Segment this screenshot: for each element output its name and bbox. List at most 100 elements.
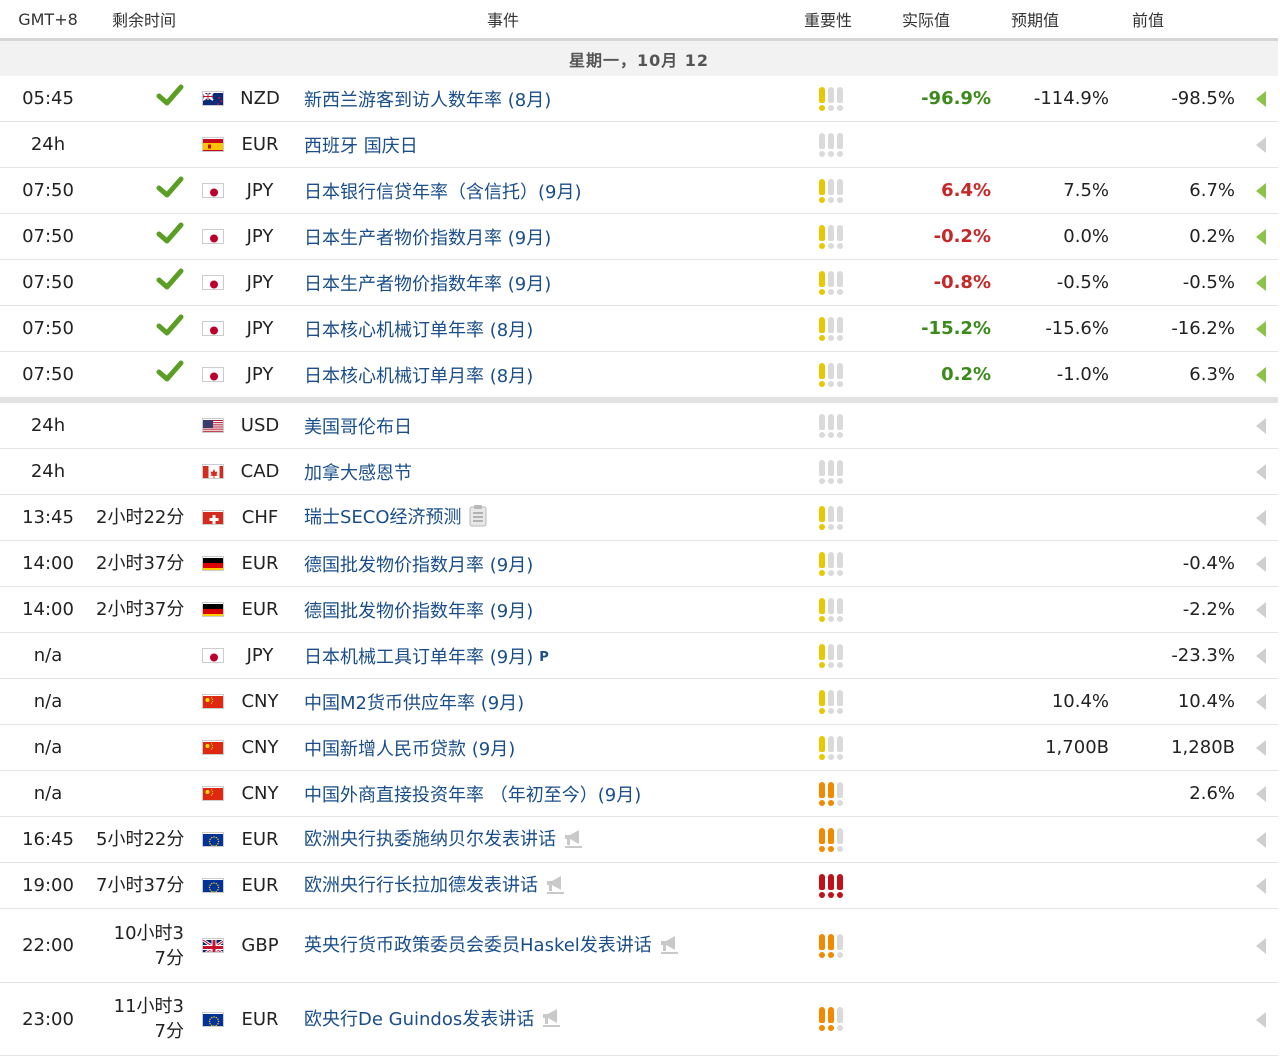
alert-arrow-cell[interactable] bbox=[1243, 863, 1278, 909]
speech-icon[interactable] bbox=[540, 1006, 562, 1033]
alert-arrow-cell[interactable] bbox=[1243, 587, 1278, 633]
arrow-left-icon[interactable] bbox=[1256, 418, 1266, 434]
event-cell[interactable]: 西班牙 国庆日 bbox=[298, 122, 768, 168]
event-link[interactable]: 日本核心机械订单月率 (8月) bbox=[304, 366, 533, 387]
alert-arrow-cell[interactable] bbox=[1243, 679, 1278, 725]
report-icon[interactable] bbox=[468, 505, 488, 532]
event-link[interactable]: 欧洲央行行长拉加德发表讲话 bbox=[304, 875, 538, 896]
event-link[interactable]: 新西兰游客到访人数年率 (8月) bbox=[304, 90, 551, 111]
arrow-left-icon[interactable] bbox=[1256, 321, 1266, 337]
alert-arrow-cell[interactable] bbox=[1243, 633, 1278, 679]
event-row[interactable]: 14:002小时37分EUR德国批发物价指数月率 (9月)-0.4% bbox=[0, 541, 1278, 587]
event-cell[interactable]: 日本生产者物价指数年率 (9月) bbox=[298, 260, 768, 306]
event-row[interactable]: 24hUSD美国哥伦布日 bbox=[0, 400, 1278, 449]
alert-arrow-cell[interactable] bbox=[1243, 352, 1278, 401]
event-link[interactable]: 欧央行De Guindos发表讲话 bbox=[304, 1009, 534, 1030]
arrow-left-icon[interactable] bbox=[1256, 91, 1266, 107]
arrow-left-icon[interactable] bbox=[1256, 367, 1266, 383]
arrow-left-icon[interactable] bbox=[1256, 510, 1266, 526]
alert-arrow-cell[interactable] bbox=[1243, 541, 1278, 587]
arrow-left-icon[interactable] bbox=[1256, 602, 1266, 618]
event-cell[interactable]: 日本核心机械订单月率 (8月) bbox=[298, 352, 768, 401]
alert-arrow-cell[interactable] bbox=[1243, 725, 1278, 771]
alert-arrow-cell[interactable] bbox=[1243, 214, 1278, 260]
col-timezone[interactable]: GMT+8 bbox=[0, 0, 96, 40]
arrow-left-icon[interactable] bbox=[1256, 464, 1266, 480]
event-cell[interactable]: 新西兰游客到访人数年率 (8月) bbox=[298, 76, 768, 122]
event-link[interactable]: 日本生产者物价指数月率 (9月) bbox=[304, 228, 551, 249]
event-cell[interactable]: 日本生产者物价指数月率 (9月) bbox=[298, 214, 768, 260]
event-cell[interactable]: 欧央行De Guindos发表讲话 bbox=[298, 983, 768, 1056]
event-link[interactable]: 日本银行信贷年率（含信托）(9月) bbox=[304, 182, 582, 203]
event-cell[interactable]: 中国新增人民币贷款 (9月) bbox=[298, 725, 768, 771]
alert-arrow-cell[interactable] bbox=[1243, 817, 1278, 863]
alert-arrow-cell[interactable] bbox=[1243, 122, 1278, 168]
preliminary-icon[interactable]: P bbox=[539, 650, 549, 665]
arrow-left-icon[interactable] bbox=[1256, 137, 1266, 153]
event-link[interactable]: 德国批发物价指数年率 (9月) bbox=[304, 601, 533, 622]
event-cell[interactable]: 欧洲央行执委施纳贝尔发表讲话 bbox=[298, 817, 768, 863]
event-row[interactable]: 22:0010小时37分GBP英央行货币政策委员会委员Haskel发表讲话 bbox=[0, 909, 1278, 983]
event-link[interactable]: 中国M2货币供应年率 (9月) bbox=[304, 693, 524, 714]
alert-arrow-cell[interactable] bbox=[1243, 400, 1278, 449]
event-row[interactable]: n/aCNY中国新增人民币贷款 (9月)1,700B1,280B bbox=[0, 725, 1278, 771]
event-cell[interactable]: 欧洲央行行长拉加德发表讲话 bbox=[298, 863, 768, 909]
arrow-left-icon[interactable] bbox=[1256, 648, 1266, 664]
event-row[interactable]: 07:50JPY日本银行信贷年率（含信托）(9月)6.4%7.5%6.7% bbox=[0, 168, 1278, 214]
event-row[interactable]: 07:50JPY日本生产者物价指数月率 (9月)-0.2%0.0%0.2% bbox=[0, 214, 1278, 260]
event-link[interactable]: 中国新增人民币贷款 (9月) bbox=[304, 739, 515, 760]
event-cell[interactable]: 德国批发物价指数月率 (9月) bbox=[298, 541, 768, 587]
alert-arrow-cell[interactable] bbox=[1243, 260, 1278, 306]
event-link[interactable]: 加拿大感恩节 bbox=[304, 463, 412, 484]
event-link[interactable]: 西班牙 国庆日 bbox=[304, 136, 418, 157]
arrow-left-icon[interactable] bbox=[1256, 183, 1266, 199]
event-link[interactable]: 美国哥伦布日 bbox=[304, 417, 412, 438]
event-link[interactable]: 日本机械工具订单年率 (9月) bbox=[304, 647, 533, 668]
alert-arrow-cell[interactable] bbox=[1243, 983, 1278, 1056]
alert-arrow-cell[interactable] bbox=[1243, 76, 1278, 122]
event-cell[interactable]: 日本银行信贷年率（含信托）(9月) bbox=[298, 168, 768, 214]
event-row[interactable]: 14:002小时37分EUR德国批发物价指数年率 (9月)-2.2% bbox=[0, 587, 1278, 633]
alert-arrow-cell[interactable] bbox=[1243, 495, 1278, 541]
speech-icon[interactable] bbox=[562, 827, 584, 854]
event-cell[interactable]: 美国哥伦布日 bbox=[298, 400, 768, 449]
event-cell[interactable]: 英央行货币政策委员会委员Haskel发表讲话 bbox=[298, 909, 768, 983]
event-row[interactable]: n/aJPY日本机械工具订单年率 (9月)P-23.3% bbox=[0, 633, 1278, 679]
arrow-left-icon[interactable] bbox=[1256, 694, 1266, 710]
arrow-left-icon[interactable] bbox=[1256, 556, 1266, 572]
event-cell[interactable]: 日本机械工具订单年率 (9月) P bbox=[298, 633, 768, 679]
arrow-left-icon[interactable] bbox=[1256, 832, 1266, 848]
event-row[interactable]: 05:45NZD新西兰游客到访人数年率 (8月)-96.9%-114.9%-98… bbox=[0, 76, 1278, 122]
event-link[interactable]: 英央行货币政策委员会委员Haskel发表讲话 bbox=[304, 935, 652, 956]
event-link[interactable]: 欧洲央行执委施纳贝尔发表讲话 bbox=[304, 829, 556, 850]
arrow-left-icon[interactable] bbox=[1256, 878, 1266, 894]
arrow-left-icon[interactable] bbox=[1256, 1012, 1266, 1028]
event-cell[interactable]: 日本核心机械订单年率 (8月) bbox=[298, 306, 768, 352]
event-link[interactable]: 瑞士SECO经济预测 bbox=[304, 507, 462, 528]
speech-icon[interactable] bbox=[544, 873, 566, 900]
event-row[interactable]: 24hEUR西班牙 国庆日 bbox=[0, 122, 1278, 168]
event-cell[interactable]: 中国M2货币供应年率 (9月) bbox=[298, 679, 768, 725]
event-cell[interactable]: 中国外商直接投资年率 （年初至今）(9月) bbox=[298, 771, 768, 817]
event-row[interactable]: 07:50JPY日本核心机械订单年率 (8月)-15.2%-15.6%-16.2… bbox=[0, 306, 1278, 352]
arrow-left-icon[interactable] bbox=[1256, 229, 1266, 245]
event-cell[interactable]: 瑞士SECO经济预测 bbox=[298, 495, 768, 541]
arrow-left-icon[interactable] bbox=[1256, 938, 1266, 954]
event-row[interactable]: n/aCNY中国M2货币供应年率 (9月)10.4%10.4% bbox=[0, 679, 1278, 725]
event-row[interactable]: n/aCNY中国外商直接投资年率 （年初至今）(9月)2.6% bbox=[0, 771, 1278, 817]
alert-arrow-cell[interactable] bbox=[1243, 771, 1278, 817]
event-row[interactable]: 19:007小时37分EUR欧洲央行行长拉加德发表讲话 bbox=[0, 863, 1278, 909]
event-link[interactable]: 德国批发物价指数月率 (9月) bbox=[304, 555, 533, 576]
alert-arrow-cell[interactable] bbox=[1243, 449, 1278, 495]
event-row[interactable]: 24hCAD加拿大感恩节 bbox=[0, 449, 1278, 495]
event-row[interactable]: 07:50JPY日本生产者物价指数年率 (9月)-0.8%-0.5%-0.5% bbox=[0, 260, 1278, 306]
event-row[interactable]: 16:455小时22分EUR欧洲央行执委施纳贝尔发表讲话 bbox=[0, 817, 1278, 863]
alert-arrow-cell[interactable] bbox=[1243, 909, 1278, 983]
event-link[interactable]: 日本核心机械订单年率 (8月) bbox=[304, 320, 533, 341]
arrow-left-icon[interactable] bbox=[1256, 275, 1266, 291]
event-link[interactable]: 中国外商直接投资年率 （年初至今）(9月) bbox=[304, 785, 641, 806]
event-link[interactable]: 日本生产者物价指数年率 (9月) bbox=[304, 274, 551, 295]
event-cell[interactable]: 加拿大感恩节 bbox=[298, 449, 768, 495]
event-row[interactable]: 07:50JPY日本核心机械订单月率 (8月)0.2%-1.0%6.3% bbox=[0, 352, 1278, 401]
alert-arrow-cell[interactable] bbox=[1243, 168, 1278, 214]
